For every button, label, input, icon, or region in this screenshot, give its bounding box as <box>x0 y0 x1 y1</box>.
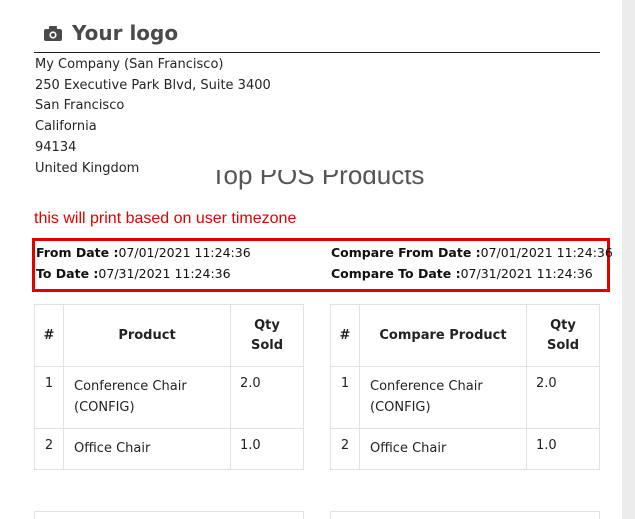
header-divider <box>34 52 600 53</box>
address-zip: 94134 <box>35 139 77 155</box>
table-header-row: # Compare Product Qty Sold <box>330 304 600 367</box>
camera-icon <box>43 25 63 42</box>
address-city: San Francisco <box>35 98 125 114</box>
header-qty-line1: Qty <box>254 317 280 333</box>
header-qty-line1: Qty <box>550 317 576 333</box>
address-street: 250 Executive Park Blvd, Suite 3400 <box>35 77 271 93</box>
table-header-row: # Product Qty Sold <box>34 304 304 367</box>
table-row: 2 Office Chair 1.0 <box>330 428 600 470</box>
row-product-line1: Conference Chair <box>74 379 187 394</box>
header-compare-product: Compare Product <box>359 304 527 367</box>
table-row: 1 Conference Chair (CONFIG) 2.0 <box>330 366 600 429</box>
header-qty: Qty Sold <box>230 304 304 367</box>
header-qty: Qty Sold <box>526 304 600 367</box>
compare-from-date: Compare From Date :07/01/2021 11:24:36 <box>331 245 613 260</box>
from-date-value: 07/01/2021 11:24:36 <box>118 245 251 260</box>
row-index: 1 <box>330 366 360 429</box>
compare-to-date-label: Compare To Date : <box>331 266 461 281</box>
compare-from-date-label: Compare From Date : <box>331 245 481 260</box>
from-date-label: From Date : <box>36 245 119 260</box>
date-range-box: From Date :07/01/2021 11:24:36 To Date :… <box>32 238 613 292</box>
header-index: # <box>34 304 64 367</box>
row-qty: 1.0 <box>230 428 304 470</box>
table-row: 2 Office Chair 1.0 <box>34 428 304 470</box>
logo-text: Your logo <box>72 21 179 45</box>
next-table-edge <box>34 511 304 519</box>
compare-products-table: # Compare Product Qty Sold 1 Conference … <box>330 304 600 470</box>
to-date-value: 07/31/2021 11:24:36 <box>98 266 231 281</box>
row-product: Conference Chair (CONFIG) <box>359 366 527 429</box>
timezone-note: this will print based on user timezone <box>34 210 297 227</box>
row-index: 2 <box>34 428 64 470</box>
row-product: Office Chair <box>359 428 527 470</box>
row-qty: 2.0 <box>526 366 600 429</box>
company-name: My Company (San Francisco) <box>35 57 224 72</box>
header-product: Product <box>63 304 231 367</box>
to-date-label: To Date : <box>36 266 99 281</box>
row-product-line2: (CONFIG) <box>370 400 431 415</box>
row-qty: 2.0 <box>230 366 304 429</box>
to-date: To Date :07/31/2021 11:24:36 <box>36 266 231 281</box>
from-date: From Date :07/01/2021 11:24:36 <box>36 245 251 260</box>
company-logo: Your logo <box>43 21 178 45</box>
row-product-line2: (CONFIG) <box>74 400 135 415</box>
header-index: # <box>330 304 360 367</box>
address-state: California <box>35 119 97 135</box>
products-table: # Product Qty Sold 1 Conference Chair (C… <box>34 304 304 470</box>
row-product: Conference Chair (CONFIG) <box>63 366 231 429</box>
row-product: Office Chair <box>63 428 231 470</box>
address-country: United Kingdom <box>35 160 140 176</box>
row-index: 2 <box>330 428 360 470</box>
report-page: Your logo Top POS Products My Company (S… <box>0 0 622 519</box>
compare-from-date-value: 07/01/2021 11:24:36 <box>480 245 613 260</box>
company-address: My Company (San Francisco) 250 Executive… <box>35 55 271 179</box>
row-index: 1 <box>34 366 64 429</box>
next-table-edge <box>330 511 600 519</box>
compare-to-date-value: 07/31/2021 11:24:36 <box>460 266 593 281</box>
row-qty: 1.0 <box>526 428 600 470</box>
header-qty-line2: Sold <box>250 337 284 353</box>
compare-to-date: Compare To Date :07/31/2021 11:24:36 <box>331 266 593 281</box>
table-row: 1 Conference Chair (CONFIG) 2.0 <box>34 366 304 429</box>
header-qty-line2: Sold <box>546 337 580 353</box>
row-product-line1: Conference Chair <box>370 379 483 394</box>
